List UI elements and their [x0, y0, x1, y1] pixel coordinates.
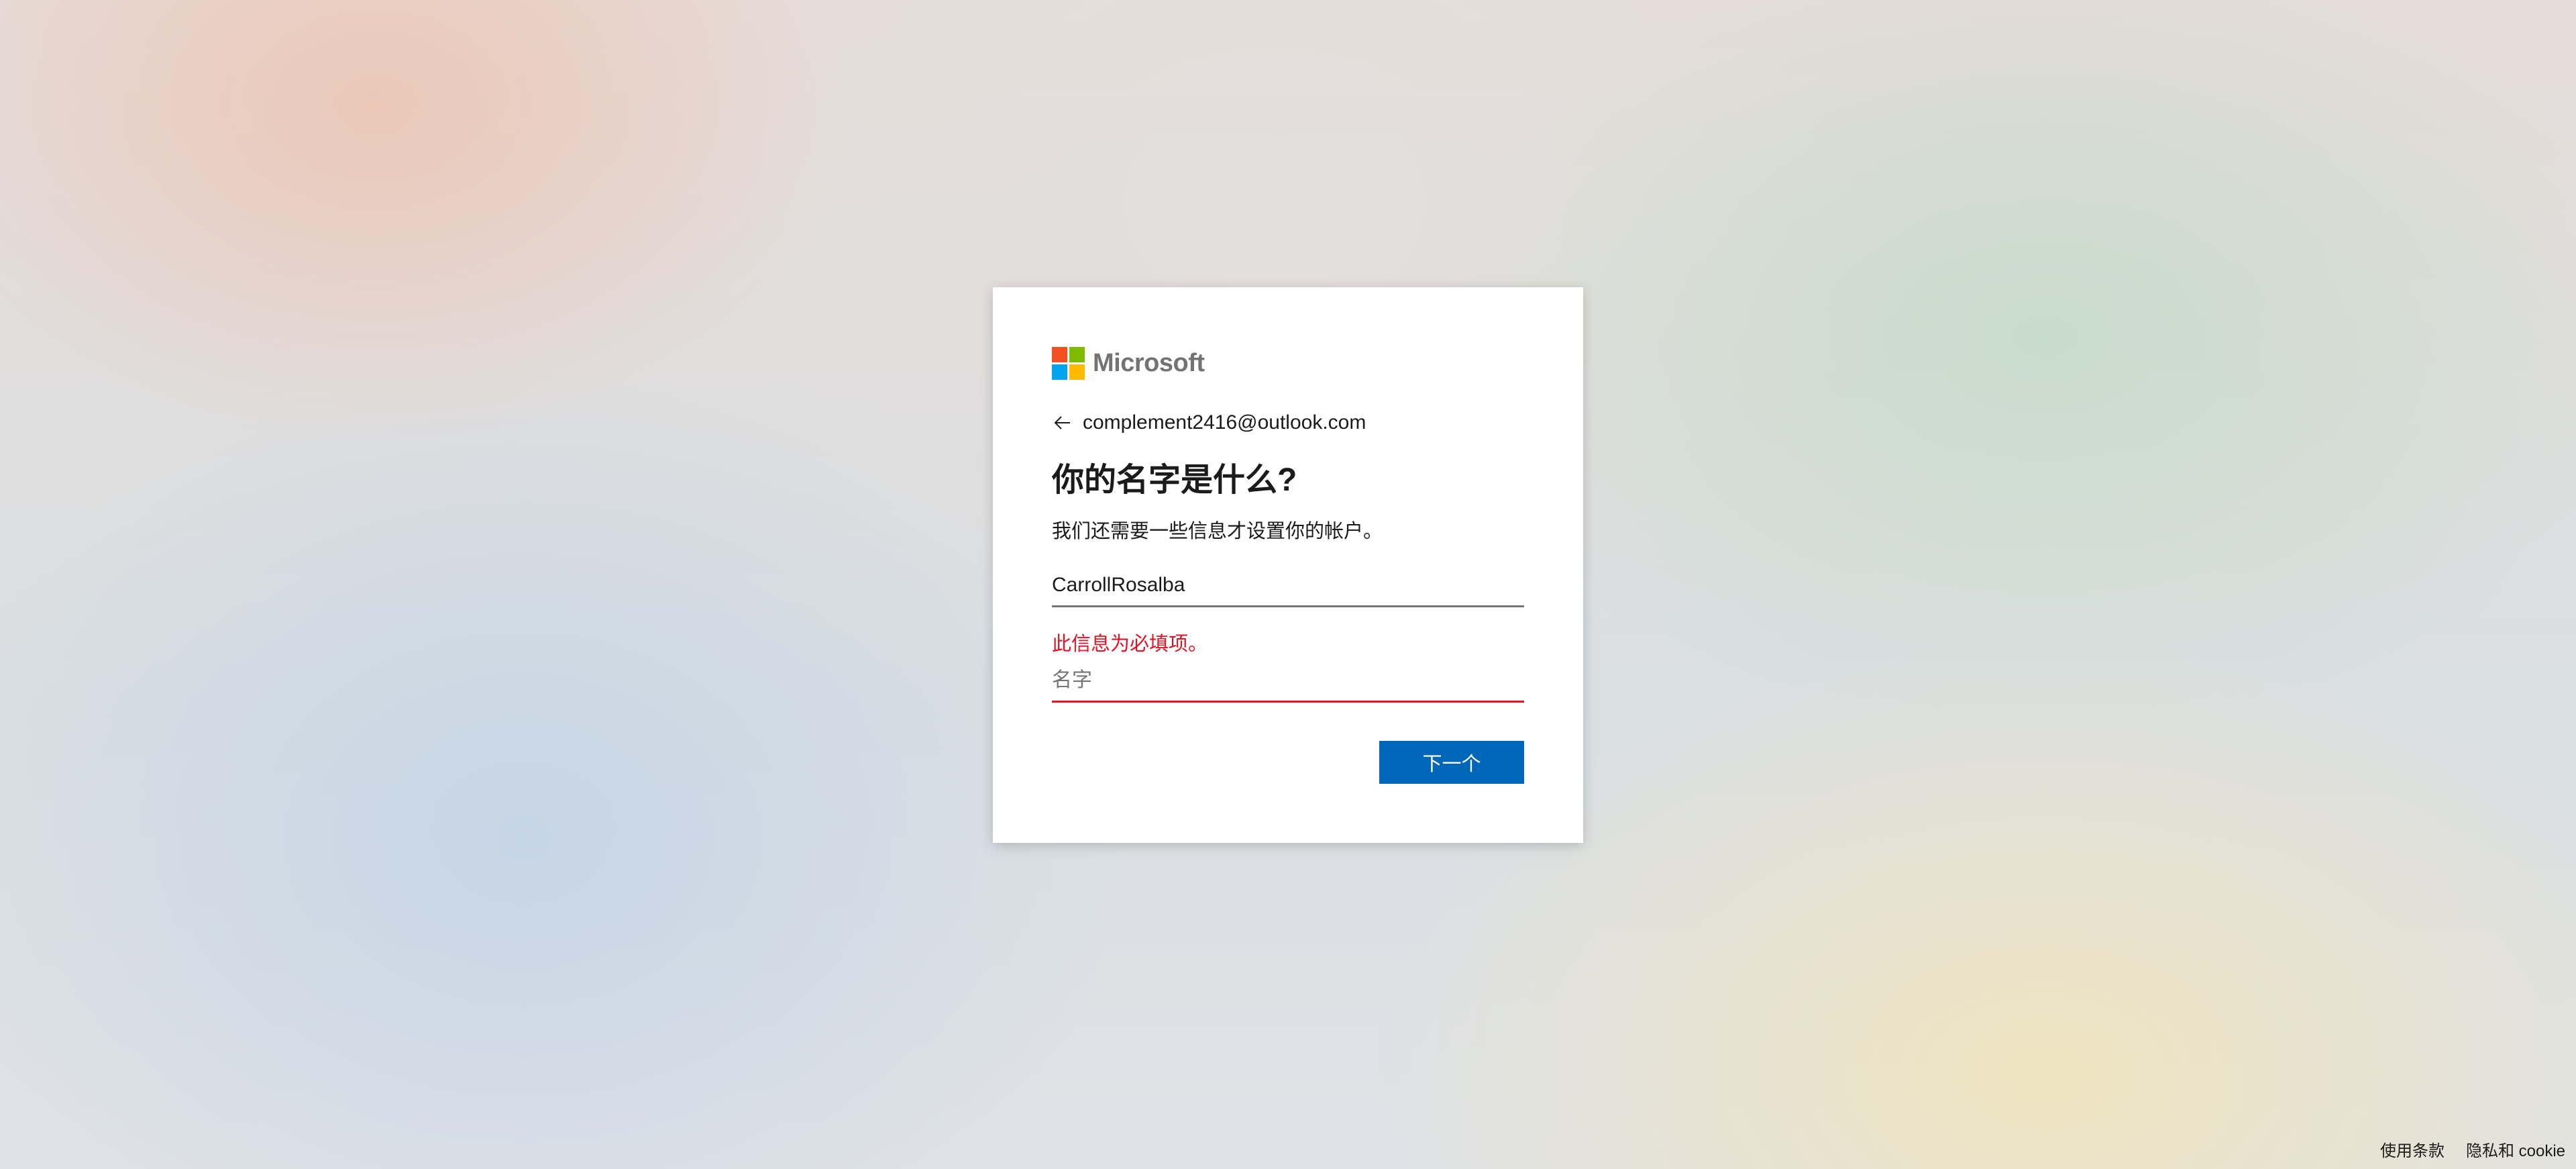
surname-field-wrapper	[1052, 565, 1524, 607]
first-name-field-wrapper	[1052, 660, 1524, 703]
next-button[interactable]: 下一个	[1379, 741, 1524, 784]
identity-banner: complement2416@outlook.com	[1052, 408, 1366, 438]
logo-wordmark: Microsoft	[1093, 348, 1205, 377]
terms-of-use-link[interactable]: 使用条款	[2380, 1137, 2445, 1161]
error-message: 此信息为必填项。	[1052, 633, 1208, 655]
microsoft-logo-icon	[1052, 346, 1085, 380]
account-email: complement2416@outlook.com	[1083, 411, 1366, 434]
first-name-input[interactable]	[1052, 660, 1524, 701]
privacy-cookies-link[interactable]: 隐私和 cookie	[2466, 1137, 2565, 1161]
footer: 使用条款 隐私和 cookie	[2380, 1137, 2565, 1161]
sign-up-card: Microsoft complement2416@outlook.com 你的名…	[993, 287, 1583, 843]
microsoft-logo: Microsoft	[1052, 346, 1205, 380]
arrow-left-icon[interactable]	[1051, 411, 1075, 435]
surname-input[interactable]	[1052, 565, 1524, 605]
page-title: 你的名字是什么?	[1052, 462, 1297, 498]
page-description: 我们还需要一些信息才设置你的帐户。	[1052, 521, 1383, 542]
